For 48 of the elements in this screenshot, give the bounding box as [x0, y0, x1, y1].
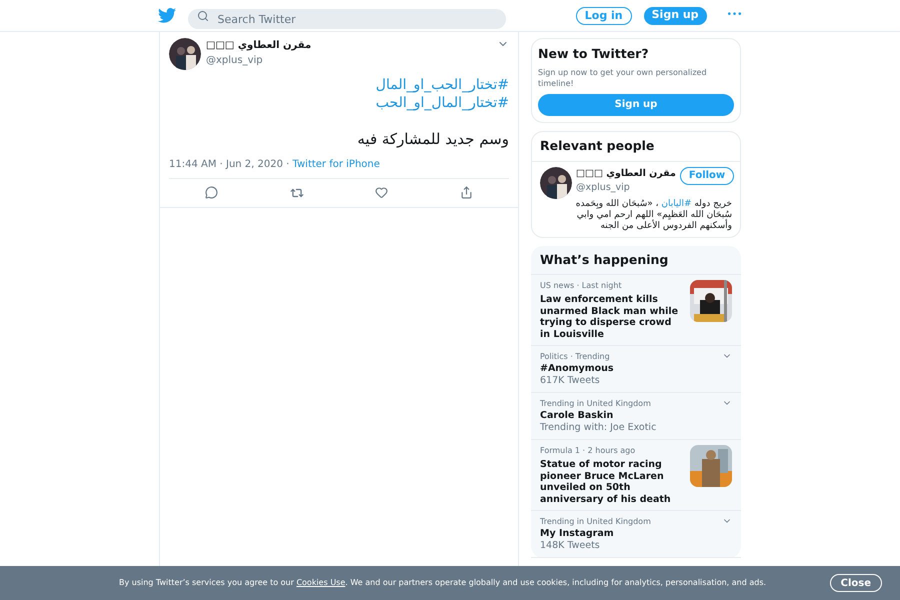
trend-item[interactable]: Politics · Trending #Anomymous 617K Tweets [531, 346, 741, 394]
trend-subtitle: 617K Tweets [540, 375, 601, 388]
signup-button[interactable]: Sign up [644, 6, 707, 24]
user-handle: @xplus_vip [576, 180, 631, 195]
trend-subtitle: Trending with: Joe Exotic [540, 422, 658, 434]
news-headline: Statue of motor racing pioneer Bruce McLaren unveiled on 50th anniversary of his death [540, 459, 672, 506]
tweet-text: وسم جديد للمشاركة فيه [356, 129, 509, 150]
card-text: Sign up now to get your own personalized timeline! [538, 66, 708, 89]
news-item[interactable]: US news · Last night Law enforcement kills unarmed Black man while trying to disperse crowd in Louisville [531, 275, 741, 346]
reply-icon[interactable] [204, 186, 218, 199]
source-link[interactable]: Twitter for iPhone [292, 156, 380, 172]
like-icon[interactable] [375, 186, 388, 199]
search-icon [196, 10, 208, 22]
item-meta: Trending in United Kingdom [540, 398, 652, 410]
follow-button[interactable]: Follow [680, 166, 734, 184]
card-title: What’s happening [531, 246, 741, 276]
hashtag-link[interactable]: #تختار_المال_او_الحب [376, 94, 509, 112]
news-item[interactable]: Formula 1 · 2 hours ago Statue of motor racing pioneer Bruce McLaren unveiled on 50th anniversary of his death [531, 440, 741, 512]
item-meta: Formula 1 · 2 hours ago [540, 445, 636, 458]
share-icon[interactable] [460, 186, 474, 199]
more-button[interactable]: ••• [726, 8, 742, 22]
trend-title: #Anomymous [540, 363, 615, 376]
avatar[interactable] [169, 38, 201, 70]
user-handle: @xplus_vip [206, 54, 264, 68]
hashtag-link[interactable]: #تختار_الحب_او_المال [376, 76, 509, 94]
trend-subtitle: 148K Tweets [540, 540, 601, 552]
card-title: Relevant people [532, 132, 740, 162]
trend-item[interactable]: Trending in United Kingdom My Instagram 148K Tweets [531, 511, 741, 558]
tweet-timestamp: 11:44 AM · Jun 2, 2020 · [169, 158, 290, 172]
user-name[interactable]: مقرن العطاوي □□□ [206, 38, 312, 53]
trend-item[interactable]: Trending in United Kingdom Carole Baskin Trending with: Joe Exotic [531, 393, 741, 440]
close-button[interactable]: Close [830, 574, 882, 592]
search-field[interactable]: Search Twitter [188, 9, 506, 29]
user-name[interactable]: مقرن العطاوي □□□ [576, 166, 676, 181]
trend-title: Carole Baskin [540, 410, 614, 422]
item-meta: Trending in United Kingdom [540, 516, 652, 528]
login-button[interactable]: Log in [576, 6, 632, 24]
cookies-use-link[interactable]: Cookies Use [296, 578, 346, 587]
trend-title: My Instagram [540, 528, 615, 540]
card-title: New to Twitter? [538, 45, 650, 63]
bird-logo-icon[interactable] [158, 8, 176, 23]
news-headline: Law enforcement kills unarmed Black man while trying to disperse crowd in Louisville [540, 294, 680, 340]
user-bio: خريج دوله #اليابان ، «سُبحَان الله وبِحَمده سُبحَان الله العَظيِم» اللهم ارحم امي وابي وأسكنهم الفردوس الأعلى من الجنه [574, 198, 732, 232]
signup-button[interactable]: Sign up [538, 94, 734, 116]
item-meta: US news · Last night [540, 280, 623, 292]
cookie-notice: By using Twitter’s services you agree to our Cookies Use. We and our partners operate globally and use cookies, including for analytics, personalisation, and ads. [119, 577, 768, 589]
avatar[interactable] [540, 166, 572, 198]
item-meta: Politics · Trending [540, 351, 611, 364]
